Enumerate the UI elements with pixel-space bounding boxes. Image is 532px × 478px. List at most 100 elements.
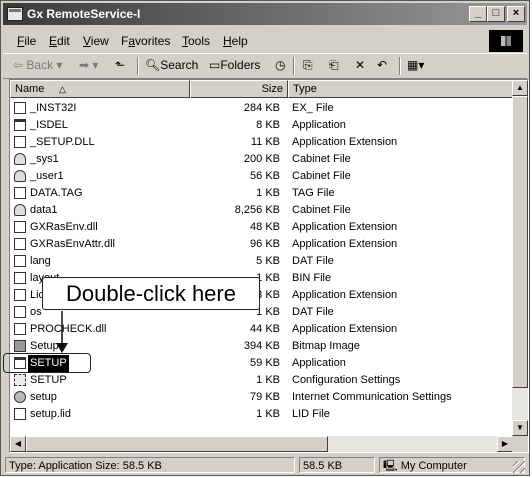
scroll-up-button[interactable]: ▲ [512, 80, 528, 96]
copy-to-button[interactable]: ⎗ [329, 58, 339, 73]
file-name[interactable]: os [30, 304, 42, 321]
file-name[interactable]: _INST32I [30, 100, 76, 117]
file-name[interactable]: setup [30, 389, 57, 406]
resize-grip[interactable] [513, 461, 525, 473]
up-folder-button[interactable]: ⬑ [115, 58, 125, 72]
file-row[interactable]: lang 5 KB DAT File [10, 253, 513, 270]
file-name[interactable]: GXRasEnvAttr.dll [30, 236, 115, 253]
title-bar[interactable]: Gx RemoteService-I _ □ × [3, 3, 527, 25]
column-header-size[interactable]: Size [190, 80, 288, 98]
status-zone: 🖳 My Computer [379, 457, 525, 473]
bitmap-icon [14, 340, 26, 352]
file-name[interactable]: data1 [30, 202, 58, 219]
menu-favorites[interactable]: Favorites [121, 34, 170, 48]
file-size: 96 KB [250, 238, 280, 250]
horizontal-scrollbar[interactable]: ◀ ▶ [10, 436, 513, 452]
file-name[interactable]: SETUP [30, 372, 67, 389]
file-size: 1 KB [256, 374, 280, 386]
horizontal-scroll-thumb[interactable] [26, 436, 328, 452]
file-icon [14, 408, 26, 420]
file-row[interactable]: _user1 56 KB Cabinet File [10, 168, 513, 185]
file-type: Application Extension [292, 323, 398, 335]
vertical-scroll-thumb[interactable] [512, 96, 528, 388]
column-header-type[interactable]: Type [288, 80, 513, 98]
file-row[interactable]: setup.lid 1 KB LID File [10, 406, 513, 423]
file-type: Application Extension [292, 221, 398, 233]
menu-file[interactable]: File [17, 34, 36, 48]
delete-button[interactable]: ✕ [355, 58, 365, 72]
menu-view[interactable]: View [83, 34, 109, 48]
file-type: Cabinet File [292, 153, 351, 165]
file-type: LID File [292, 408, 330, 420]
file-type: BIN File [292, 272, 332, 284]
app-icon [14, 119, 26, 131]
file-name[interactable]: _sys1 [30, 151, 59, 168]
file-type: Application [292, 119, 346, 131]
undo-button[interactable]: ↶ [377, 58, 387, 72]
sort-ascending-icon: △ [59, 84, 66, 94]
scroll-down-button[interactable]: ▼ [512, 420, 528, 436]
search-icon: 🔍︎ [145, 58, 161, 72]
menu-tools[interactable]: Tools [182, 34, 210, 48]
minimize-button[interactable]: _ [469, 6, 487, 22]
file-type: Internet Communication Settings [292, 391, 452, 403]
file-size: 5 KB [256, 255, 280, 267]
file-row[interactable]: _INST32I 284 KB EX_ File [10, 100, 513, 117]
search-button[interactable]: 🔍︎Search [145, 58, 198, 72]
file-list-view[interactable]: Name △ Size Type _INST32I 284 KB EX_ File _… [9, 79, 529, 453]
menu-help[interactable]: Help [223, 34, 248, 48]
cabinet-icon [14, 204, 26, 216]
file-icon [14, 306, 26, 318]
file-type: Application Extension [292, 289, 398, 301]
folders-button[interactable]: ▭Folders [209, 58, 260, 72]
maximize-button[interactable]: □ [487, 6, 505, 22]
file-name[interactable]: GXRasEnv.dll [30, 219, 98, 236]
scroll-right-button[interactable]: ▶ [497, 436, 513, 452]
file-size: 394 KB [243, 340, 280, 352]
dll-icon [14, 289, 26, 301]
file-name[interactable]: lang [30, 253, 51, 270]
views-button[interactable]: ▦▾ [407, 58, 424, 72]
file-name[interactable]: _SETUP.DLL [30, 134, 95, 151]
windows-logo-icon [489, 30, 523, 52]
menu-edit[interactable]: Edit [49, 34, 70, 48]
file-type: DAT File [292, 306, 334, 318]
file-row[interactable]: GXRasEnv.dll 48 KB Application Extension [10, 219, 513, 236]
explorer-window: Gx RemoteService-I _ □ × File Edit View … [0, 0, 530, 476]
file-row[interactable]: _SETUP.DLL 11 KB Application Extension [10, 134, 513, 151]
file-row[interactable]: _sys1 200 KB Cabinet File [10, 151, 513, 168]
file-type: TAG File [292, 187, 335, 199]
history-button[interactable]: ◷ [275, 58, 285, 72]
file-type: DAT File [292, 255, 334, 267]
file-name[interactable]: _ISDEL [30, 117, 68, 134]
file-size: 1 KB [256, 408, 280, 420]
file-icon [14, 255, 26, 267]
move-to-button[interactable]: ⎘ [303, 58, 313, 73]
forward-button[interactable]: ➡ ▾ [79, 58, 98, 72]
file-row[interactable]: SETUP 1 KB Configuration Settings [10, 372, 513, 389]
file-type: Cabinet File [292, 170, 351, 182]
close-button[interactable]: × [507, 6, 525, 22]
file-name[interactable]: _user1 [30, 168, 64, 185]
file-name[interactable]: DATA.TAG [30, 185, 83, 202]
file-size: 59 KB [250, 357, 280, 369]
file-name[interactable]: setup.lid [30, 406, 71, 423]
file-row[interactable]: PROCHECK.dll 44 KB Application Extension [10, 321, 513, 338]
file-row[interactable]: data1 8,256 KB Cabinet File [10, 202, 513, 219]
file-size: 56 KB [250, 170, 280, 182]
file-type: Cabinet File [292, 204, 351, 216]
dll-icon [14, 323, 26, 335]
file-row[interactable]: _ISDEL 8 KB Application [10, 117, 513, 134]
back-button[interactable]: ⇦ Back ▾ [13, 58, 62, 72]
file-type: Configuration Settings [292, 374, 401, 386]
scroll-left-button[interactable]: ◀ [10, 436, 26, 452]
config-icon [14, 374, 26, 386]
file-row[interactable]: GXRasEnvAttr.dll 96 KB Application Extensi… [10, 236, 513, 253]
file-name[interactable]: PROCHECK.dll [30, 321, 106, 338]
file-row[interactable]: DATA.TAG 1 KB TAG File [10, 185, 513, 202]
vertical-scrollbar[interactable]: ▲ ▼ [512, 80, 528, 436]
file-type: Bitmap Image [292, 340, 360, 352]
file-row[interactable]: setup 79 KB Internet Communication Setting… [10, 389, 513, 406]
column-header-name[interactable]: Name △ [10, 80, 190, 98]
dll-icon [14, 238, 26, 250]
